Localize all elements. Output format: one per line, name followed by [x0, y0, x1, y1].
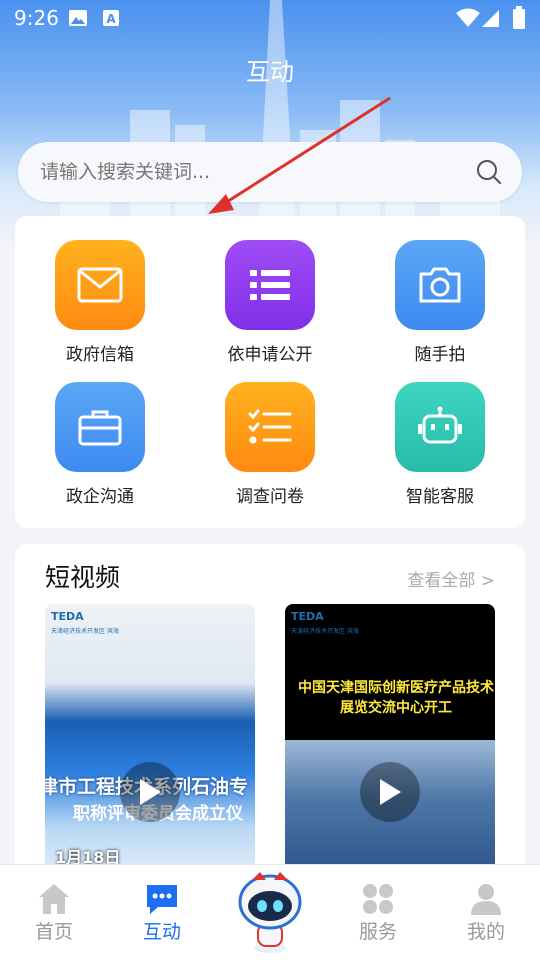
service-smart-support[interactable]: 智能客服: [355, 358, 525, 507]
service-label: 智能客服: [406, 487, 474, 507]
signal-icon: [482, 10, 499, 27]
nav-services[interactable]: 服务: [324, 865, 432, 960]
nav-label: 首页: [34, 921, 73, 943]
camera-icon: [395, 240, 485, 330]
nav-interaction[interactable]: 互动: [108, 865, 216, 960]
play-icon[interactable]: [120, 762, 180, 822]
teda-logo: TEDA: [51, 610, 84, 623]
nav-home[interactable]: 首页: [0, 865, 108, 960]
nav-profile[interactable]: 我的: [432, 865, 540, 960]
page-title: 互动: [246, 58, 294, 86]
short-video-card: 短视频 查看全部 > TEDA 天津经济技术开发区·滨海 津市工程技术系列石油专…: [15, 544, 525, 884]
service-label: 政企沟通: [66, 487, 134, 507]
robot-icon: [395, 382, 485, 472]
briefcase-icon: [55, 382, 145, 472]
a-notification-icon: A: [103, 10, 119, 26]
video-headline: 中国天津国际创新医疗产品技术 展览交流中心开工: [291, 678, 495, 718]
list-icon: [225, 240, 315, 330]
video-headline-line2: 展览交流中心开工: [340, 700, 452, 716]
service-business-communication[interactable]: 政企沟通: [15, 358, 185, 507]
wifi-icon: [456, 8, 480, 27]
apps-icon: [363, 884, 393, 914]
service-survey[interactable]: 调查问卷: [185, 358, 355, 507]
service-disclosure-request[interactable]: 依申请公开: [185, 216, 355, 365]
image-notification-icon: [69, 10, 87, 26]
search-input[interactable]: [40, 142, 460, 202]
chat-icon: [147, 885, 177, 914]
video-thumbnail[interactable]: TEDA 天津经济技术开发区·滨海 中国天津国际创新医疗产品技术 展览交流中心开…: [285, 604, 495, 884]
video-headline-line1: 中国天津国际创新医疗产品技术: [298, 680, 494, 696]
section-title: 短视频: [45, 563, 121, 592]
teda-logo: TEDA: [291, 610, 324, 623]
search-icon[interactable]: [476, 159, 502, 185]
view-all-link[interactable]: 查看全部 >: [407, 566, 495, 591]
checklist-icon: [225, 382, 315, 472]
nav-label: 我的: [466, 921, 505, 943]
service-label: 调查问卷: [236, 487, 304, 507]
robot-mascot-icon[interactable]: [232, 868, 308, 954]
nav-label: 服务: [358, 921, 397, 943]
services-card: 政府信箱 依申请公开 随手拍 政企沟通 调查问卷 智能客服: [15, 216, 525, 528]
home-icon: [39, 884, 69, 914]
mail-icon: [55, 240, 145, 330]
service-snapshot[interactable]: 随手拍: [355, 216, 525, 365]
service-gov-mailbox[interactable]: 政府信箱: [15, 216, 185, 365]
video-thumbnail[interactable]: TEDA 天津经济技术开发区·滨海 津市工程技术系列石油专 职称评审委员会成立仪…: [45, 604, 255, 884]
play-icon[interactable]: [360, 762, 420, 822]
search-bar[interactable]: [18, 142, 522, 202]
svg-text:A: A: [106, 12, 116, 26]
status-bar: 9:26 A: [0, 0, 540, 38]
profile-icon: [471, 884, 501, 915]
nav-label: 互动: [142, 921, 181, 943]
status-time: 9:26: [14, 6, 59, 30]
battery-icon: [513, 6, 525, 29]
teda-logo-subtitle: 天津经济技术开发区·滨海: [51, 628, 119, 635]
teda-logo-subtitle: 天津经济技术开发区·滨海: [291, 628, 359, 635]
